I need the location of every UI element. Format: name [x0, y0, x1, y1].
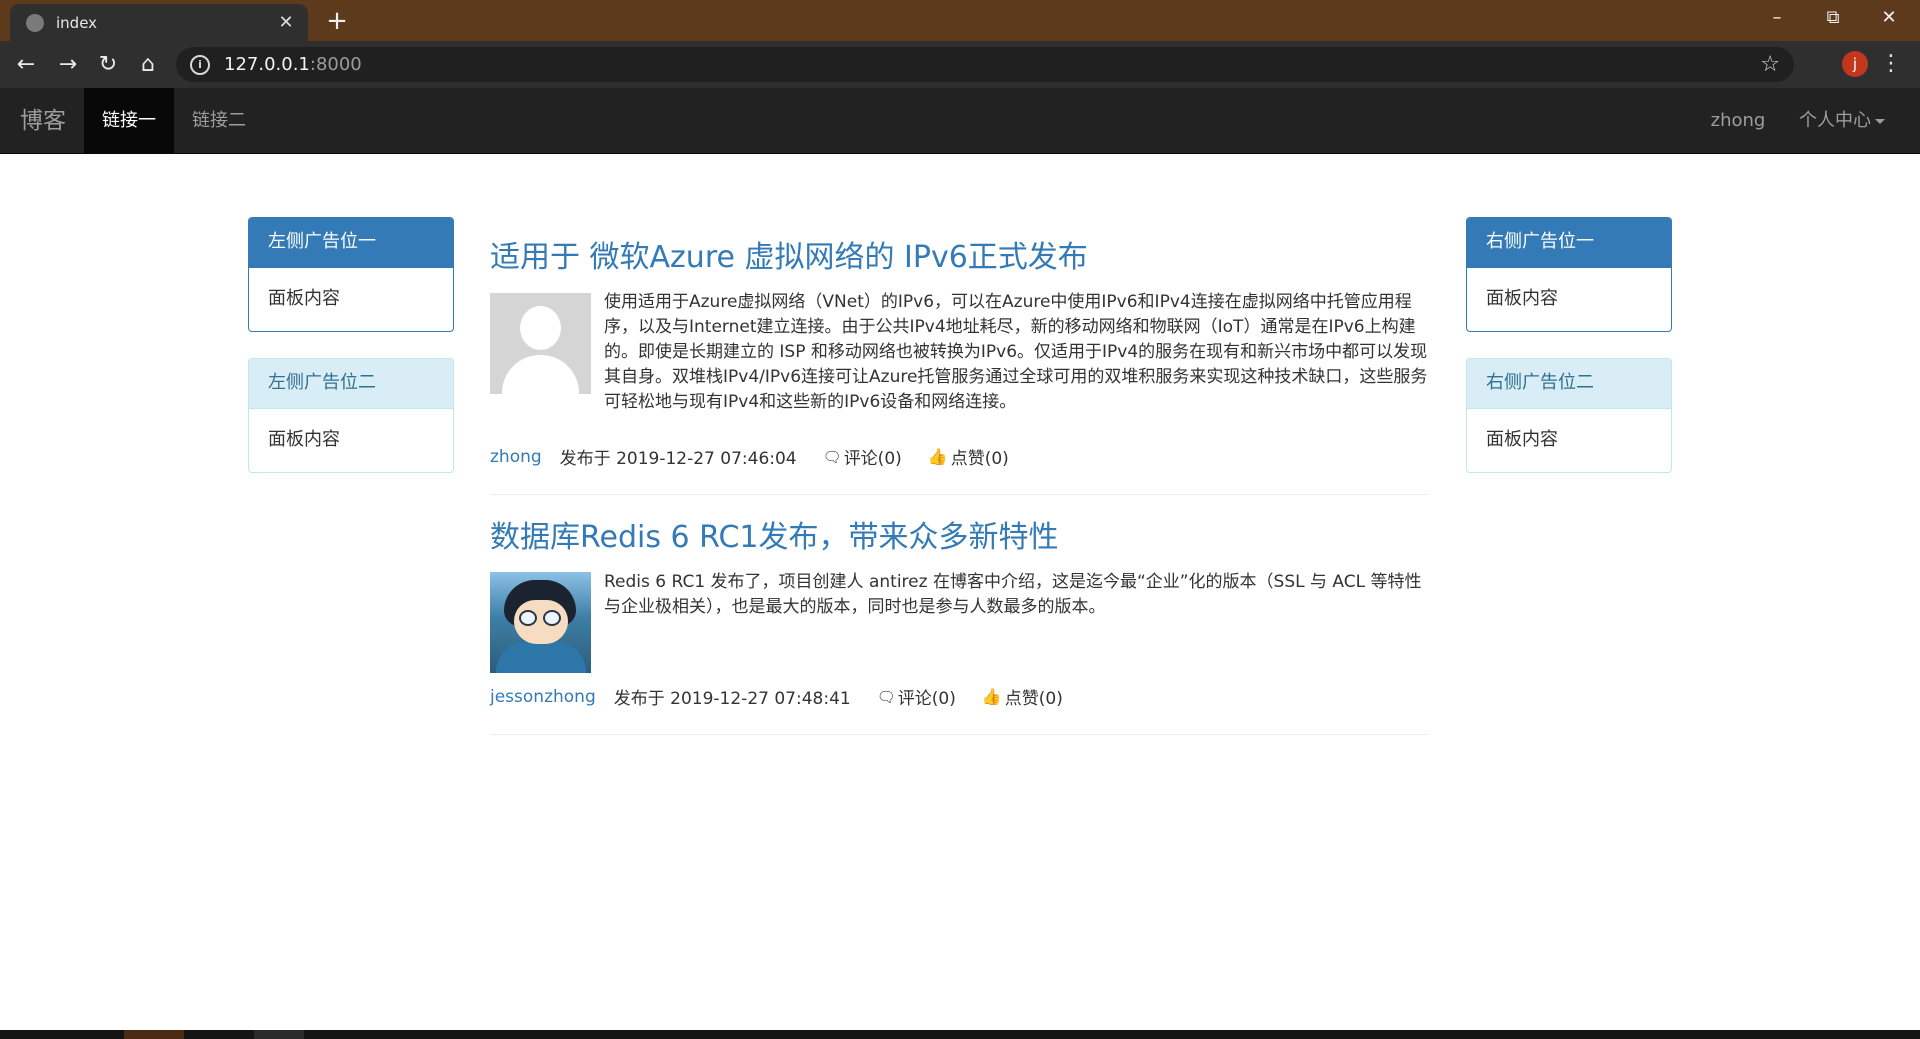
comments-link[interactable]: 🗨 评论(0)	[822, 444, 902, 470]
panel-heading: 左侧广告位二	[249, 359, 453, 409]
comment-icon: 🗨	[876, 687, 896, 706]
article-title[interactable]: 适用于 微软Azure 虚拟网络的 IPv6正式发布	[490, 238, 1088, 278]
thumbs-up-icon: 👍	[927, 447, 948, 466]
site-navbar: 博客 链接一 链接二 zhong 个人中心	[0, 88, 1920, 154]
browser-titlebar: index ✕ + – ⧉ ✕	[0, 0, 1920, 41]
thumbnail-figure-glasses	[543, 610, 561, 626]
globe-icon	[26, 13, 44, 32]
personal-center-label: 个人中心	[1799, 110, 1871, 131]
article-item: 适用于 微软Azure 虚拟网络的 IPv6正式发布 使用适用于Azure虚拟网…	[490, 238, 1428, 495]
article-thumbnail[interactable]	[490, 293, 591, 394]
browser-tab[interactable]: index ✕	[10, 4, 308, 41]
article-summary: 使用适用于Azure虚拟网络（VNet）的IPv6，可以在Azure中使用IPv…	[604, 292, 1428, 412]
article-date: 发布于 2019-12-27 07:46:04	[559, 449, 797, 469]
avatar-placeholder-body	[502, 355, 579, 394]
forward-icon[interactable]: →	[50, 47, 86, 83]
caret-down-icon	[1875, 118, 1885, 124]
panel-body: 面板内容	[268, 288, 340, 309]
profile-avatar[interactable]: j	[1842, 51, 1868, 77]
comments-count: 评论(0)	[843, 449, 902, 469]
article-title[interactable]: 数据库Redis 6 RC1发布，带来众多新特性	[490, 518, 1059, 558]
likes-link[interactable]: 👍 点赞(0)	[928, 444, 1009, 469]
panel-body: 面板内容	[268, 429, 340, 450]
article-meta: zhong 发布于 2019-12-27 07:46:04 🗨 评论(0) 👍 …	[490, 444, 1035, 470]
nav-user[interactable]: zhong	[1700, 88, 1776, 154]
comments-count: 评论(0)	[897, 689, 956, 709]
close-tab-icon[interactable]: ✕	[276, 12, 296, 33]
personal-center-dropdown[interactable]: 个人中心	[1786, 88, 1898, 154]
taskbar-item[interactable]	[254, 1030, 304, 1039]
bookmark-star-icon[interactable]: ☆	[1760, 52, 1780, 77]
window-close-icon[interactable]: ✕	[1862, 0, 1916, 36]
right-ad-panel-2: 右侧广告位二 面板内容	[1466, 358, 1672, 473]
tab-title: index	[56, 13, 98, 32]
article-thumbnail[interactable]	[490, 572, 591, 673]
article-author[interactable]: zhong	[490, 447, 542, 467]
likes-count: 点赞(0)	[950, 449, 1009, 469]
article-summary: Redis 6 RC1 发布了，项目创建人 antirez 在博客中介绍，这是迄…	[604, 572, 1422, 617]
left-ad-panel-1: 左侧广告位一 面板内容	[248, 217, 454, 332]
url-host: 127.0.0.1	[224, 54, 310, 75]
site-info-icon[interactable]: i	[190, 54, 210, 75]
panel-heading: 右侧广告位一	[1467, 218, 1671, 268]
left-ad-panel-2: 左侧广告位二 面板内容	[248, 358, 454, 473]
panel-heading: 左侧广告位一	[249, 218, 453, 268]
panel-body: 面板内容	[1486, 288, 1558, 309]
thumbnail-figure-glasses	[519, 610, 537, 626]
os-taskbar	[0, 1030, 1920, 1039]
nav-link-1[interactable]: 链接一	[84, 88, 174, 154]
reload-icon[interactable]: ↻	[90, 47, 126, 83]
article-item: 数据库Redis 6 RC1发布，带来众多新特性 Redis 6 RC1 发布了…	[490, 518, 1428, 735]
right-ad-panel-1: 右侧广告位一 面板内容	[1466, 217, 1672, 332]
nav-link-2[interactable]: 链接二	[174, 88, 264, 154]
panel-heading: 右侧广告位二	[1467, 359, 1671, 409]
home-icon[interactable]: ⌂	[130, 47, 166, 83]
thumbnail-figure-jacket	[496, 642, 586, 673]
new-tab-button[interactable]: +	[322, 6, 352, 36]
comment-icon: 🗨	[822, 447, 842, 466]
thumbs-up-icon: 👍	[981, 687, 1002, 706]
likes-link[interactable]: 👍 点赞(0)	[982, 684, 1063, 709]
article-date: 发布于 2019-12-27 07:48:41	[613, 689, 851, 709]
address-bar[interactable]: i 127.0.0.1:8000 ☆	[176, 47, 1794, 82]
restore-icon[interactable]: ⧉	[1806, 0, 1860, 36]
likes-count: 点赞(0)	[1004, 689, 1063, 709]
article-meta: jessonzhong 发布于 2019-12-27 07:48:41 🗨 评论…	[490, 684, 1089, 710]
browser-toolbar: ← → ↻ ⌂ i 127.0.0.1:8000 ☆	[0, 41, 1920, 88]
avatar-placeholder-head	[520, 306, 561, 350]
url-port: :8000	[309, 54, 362, 75]
taskbar-item[interactable]	[124, 1030, 184, 1039]
comments-link[interactable]: 🗨 评论(0)	[876, 684, 956, 710]
navbar-brand[interactable]: 博客	[20, 88, 66, 154]
browser-menu-icon[interactable]: ⋮	[1880, 50, 1902, 78]
minimize-icon[interactable]: –	[1750, 0, 1804, 36]
panel-body: 面板内容	[1486, 429, 1558, 450]
article-author[interactable]: jessonzhong	[490, 687, 596, 707]
back-icon[interactable]: ←	[8, 47, 44, 83]
